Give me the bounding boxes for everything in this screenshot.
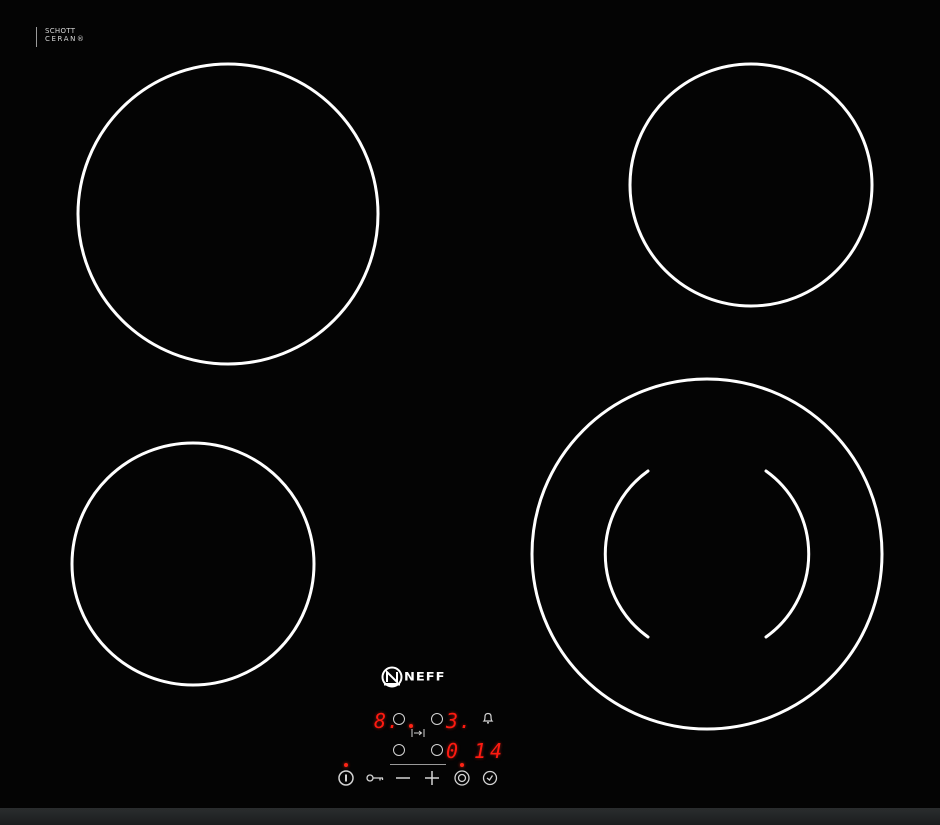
neff-wordmark: NEFF <box>404 670 446 684</box>
cooktop-edge <box>0 808 940 825</box>
neff-emblem-icon <box>381 666 403 688</box>
bell-icon[interactable] <box>480 710 496 726</box>
zone-front-right-dual-inner-left-arc <box>603 469 650 639</box>
zone-top-right-select-button[interactable] <box>431 713 443 725</box>
power-icon[interactable] <box>335 767 357 789</box>
zone-rear-right-small <box>628 62 874 308</box>
neff-logo: NEFF <box>381 664 446 690</box>
control-divider <box>390 764 446 765</box>
zone-bottom-left-select-button[interactable] <box>393 744 405 756</box>
zone-bottom-right-select-button[interactable] <box>431 744 443 756</box>
next-zone-icon[interactable] <box>410 727 426 739</box>
zone-front-right-dual-outer <box>530 377 884 731</box>
zone-top-left-select-button[interactable] <box>393 713 405 725</box>
timer-display: 14 <box>474 739 507 763</box>
zone-bottom-right-level-display: 0 <box>446 739 460 763</box>
dual-zone-icon[interactable] <box>451 767 473 789</box>
timer-icon[interactable] <box>479 767 501 789</box>
zone-top-right-level-display: 3. <box>446 709 473 733</box>
zone-rear-left-medium <box>70 441 316 687</box>
zone-front-left-large <box>76 62 380 366</box>
cooking-zones <box>70 62 884 731</box>
minus-icon[interactable] <box>392 767 414 789</box>
zone-front-right-dual-inner-right-arc <box>764 469 811 639</box>
key-lock-icon[interactable] <box>364 767 386 789</box>
plus-icon[interactable] <box>421 767 443 789</box>
